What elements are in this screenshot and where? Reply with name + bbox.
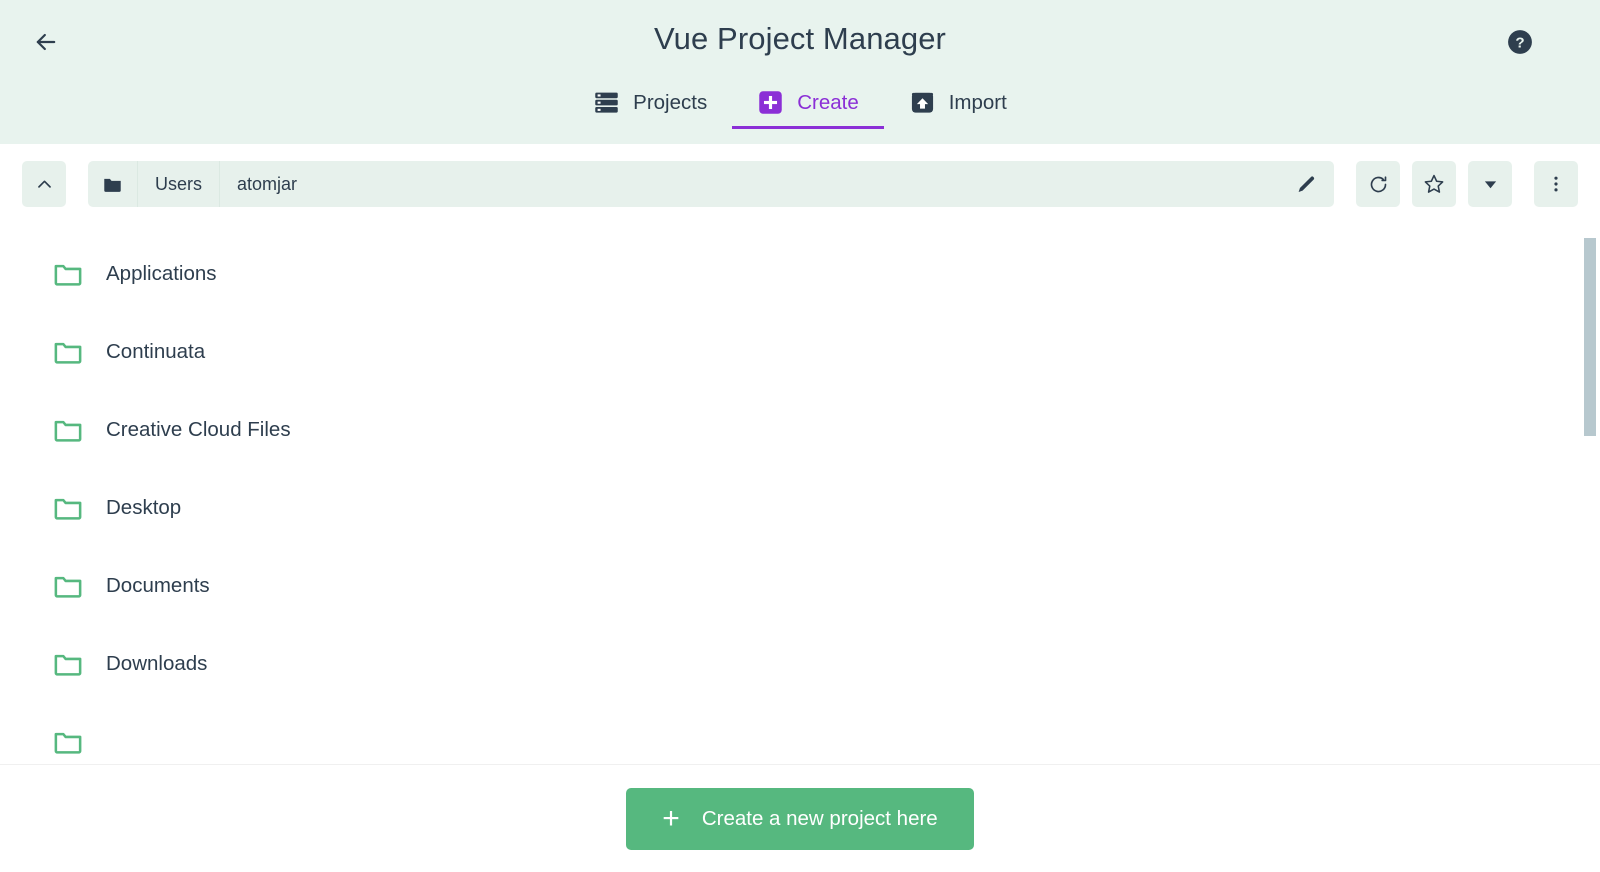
create-project-label: Create a new project here — [701, 806, 938, 830]
favorites-dropdown-button[interactable] — [1468, 161, 1512, 207]
app-window: Vue Project Manager ? Projects Create Im… — [0, 0, 1600, 872]
tab-create-label: Create — [797, 90, 859, 114]
tab-create[interactable]: Create — [732, 76, 884, 129]
favorite-button[interactable] — [1412, 161, 1456, 207]
tab-import-label: Import — [948, 90, 1007, 114]
list-item[interactable]: Applications — [0, 235, 1600, 313]
scrollbar-track[interactable] — [1584, 231, 1596, 764]
edit-path-button[interactable] — [1278, 161, 1334, 207]
file-name: Desktop — [106, 496, 182, 519]
folder-filled-icon — [104, 178, 121, 192]
folder-icon — [52, 570, 84, 602]
file-name: Downloads — [106, 652, 208, 675]
folder-icon — [52, 726, 84, 758]
chevron-down-icon — [1484, 180, 1496, 188]
list-item[interactable]: Desktop — [0, 469, 1600, 547]
svg-text:?: ? — [1515, 35, 1524, 52]
breadcrumb-segment-atomjar[interactable]: atomjar — [220, 161, 314, 207]
list-item[interactable]: Continuata — [0, 313, 1600, 391]
file-list: Applications Continuata Creative Cloud F… — [0, 223, 1600, 764]
tab-projects[interactable]: Projects — [568, 76, 732, 129]
list-item[interactable]: Downloads — [0, 625, 1600, 703]
file-name: Continuata — [106, 340, 206, 363]
file-name: Creative Cloud Files — [106, 418, 291, 441]
list-item[interactable]: Creative Cloud Files — [0, 391, 1600, 469]
path-toolbar: Users atomjar — [0, 144, 1600, 223]
folder-icon — [52, 648, 84, 680]
file-name: Applications — [106, 262, 217, 285]
breadcrumb[interactable]: Users atomjar — [88, 161, 1334, 207]
chevron-up-icon — [37, 180, 51, 188]
tab-projects-label: Projects — [633, 90, 708, 114]
folder-icon — [52, 414, 84, 446]
plus-icon: + — [662, 801, 680, 835]
more-options-button[interactable] — [1534, 161, 1578, 207]
folder-icon — [52, 258, 84, 290]
page-title: Vue Project Manager — [654, 21, 946, 56]
navigate-up-button[interactable] — [22, 161, 66, 207]
footer-bar: + Create a new project here — [0, 764, 1600, 872]
refresh-icon — [1370, 175, 1386, 192]
refresh-button[interactable] — [1356, 161, 1400, 207]
breadcrumb-root-button[interactable] — [88, 161, 138, 207]
tab-bar: Projects Create Import — [0, 76, 1600, 129]
arrow-left-icon — [36, 33, 56, 51]
server-rack-icon — [593, 89, 620, 116]
create-project-button[interactable]: + Create a new project here — [626, 787, 974, 850]
help-circle-icon: ? — [1508, 30, 1532, 54]
scrollbar-thumb[interactable] — [1584, 238, 1596, 436]
pencil-icon — [1298, 176, 1314, 192]
folder-icon — [52, 336, 84, 368]
list-item[interactable] — [0, 703, 1600, 764]
file-name: Documents — [106, 574, 210, 597]
list-item[interactable]: Documents — [0, 547, 1600, 625]
upload-square-icon — [909, 89, 936, 116]
help-button[interactable]: ? — [1500, 22, 1540, 62]
app-header: Vue Project Manager ? Projects Create Im… — [0, 0, 1600, 144]
breadcrumb-segment-users[interactable]: Users — [138, 161, 221, 207]
tab-import[interactable]: Import — [884, 76, 1032, 129]
file-browser: Applications Continuata Creative Cloud F… — [0, 223, 1600, 764]
back-button[interactable] — [24, 20, 68, 64]
plus-square-icon — [757, 89, 784, 116]
more-vertical-icon — [1554, 176, 1558, 192]
star-icon — [1424, 174, 1444, 193]
folder-icon — [52, 492, 84, 524]
